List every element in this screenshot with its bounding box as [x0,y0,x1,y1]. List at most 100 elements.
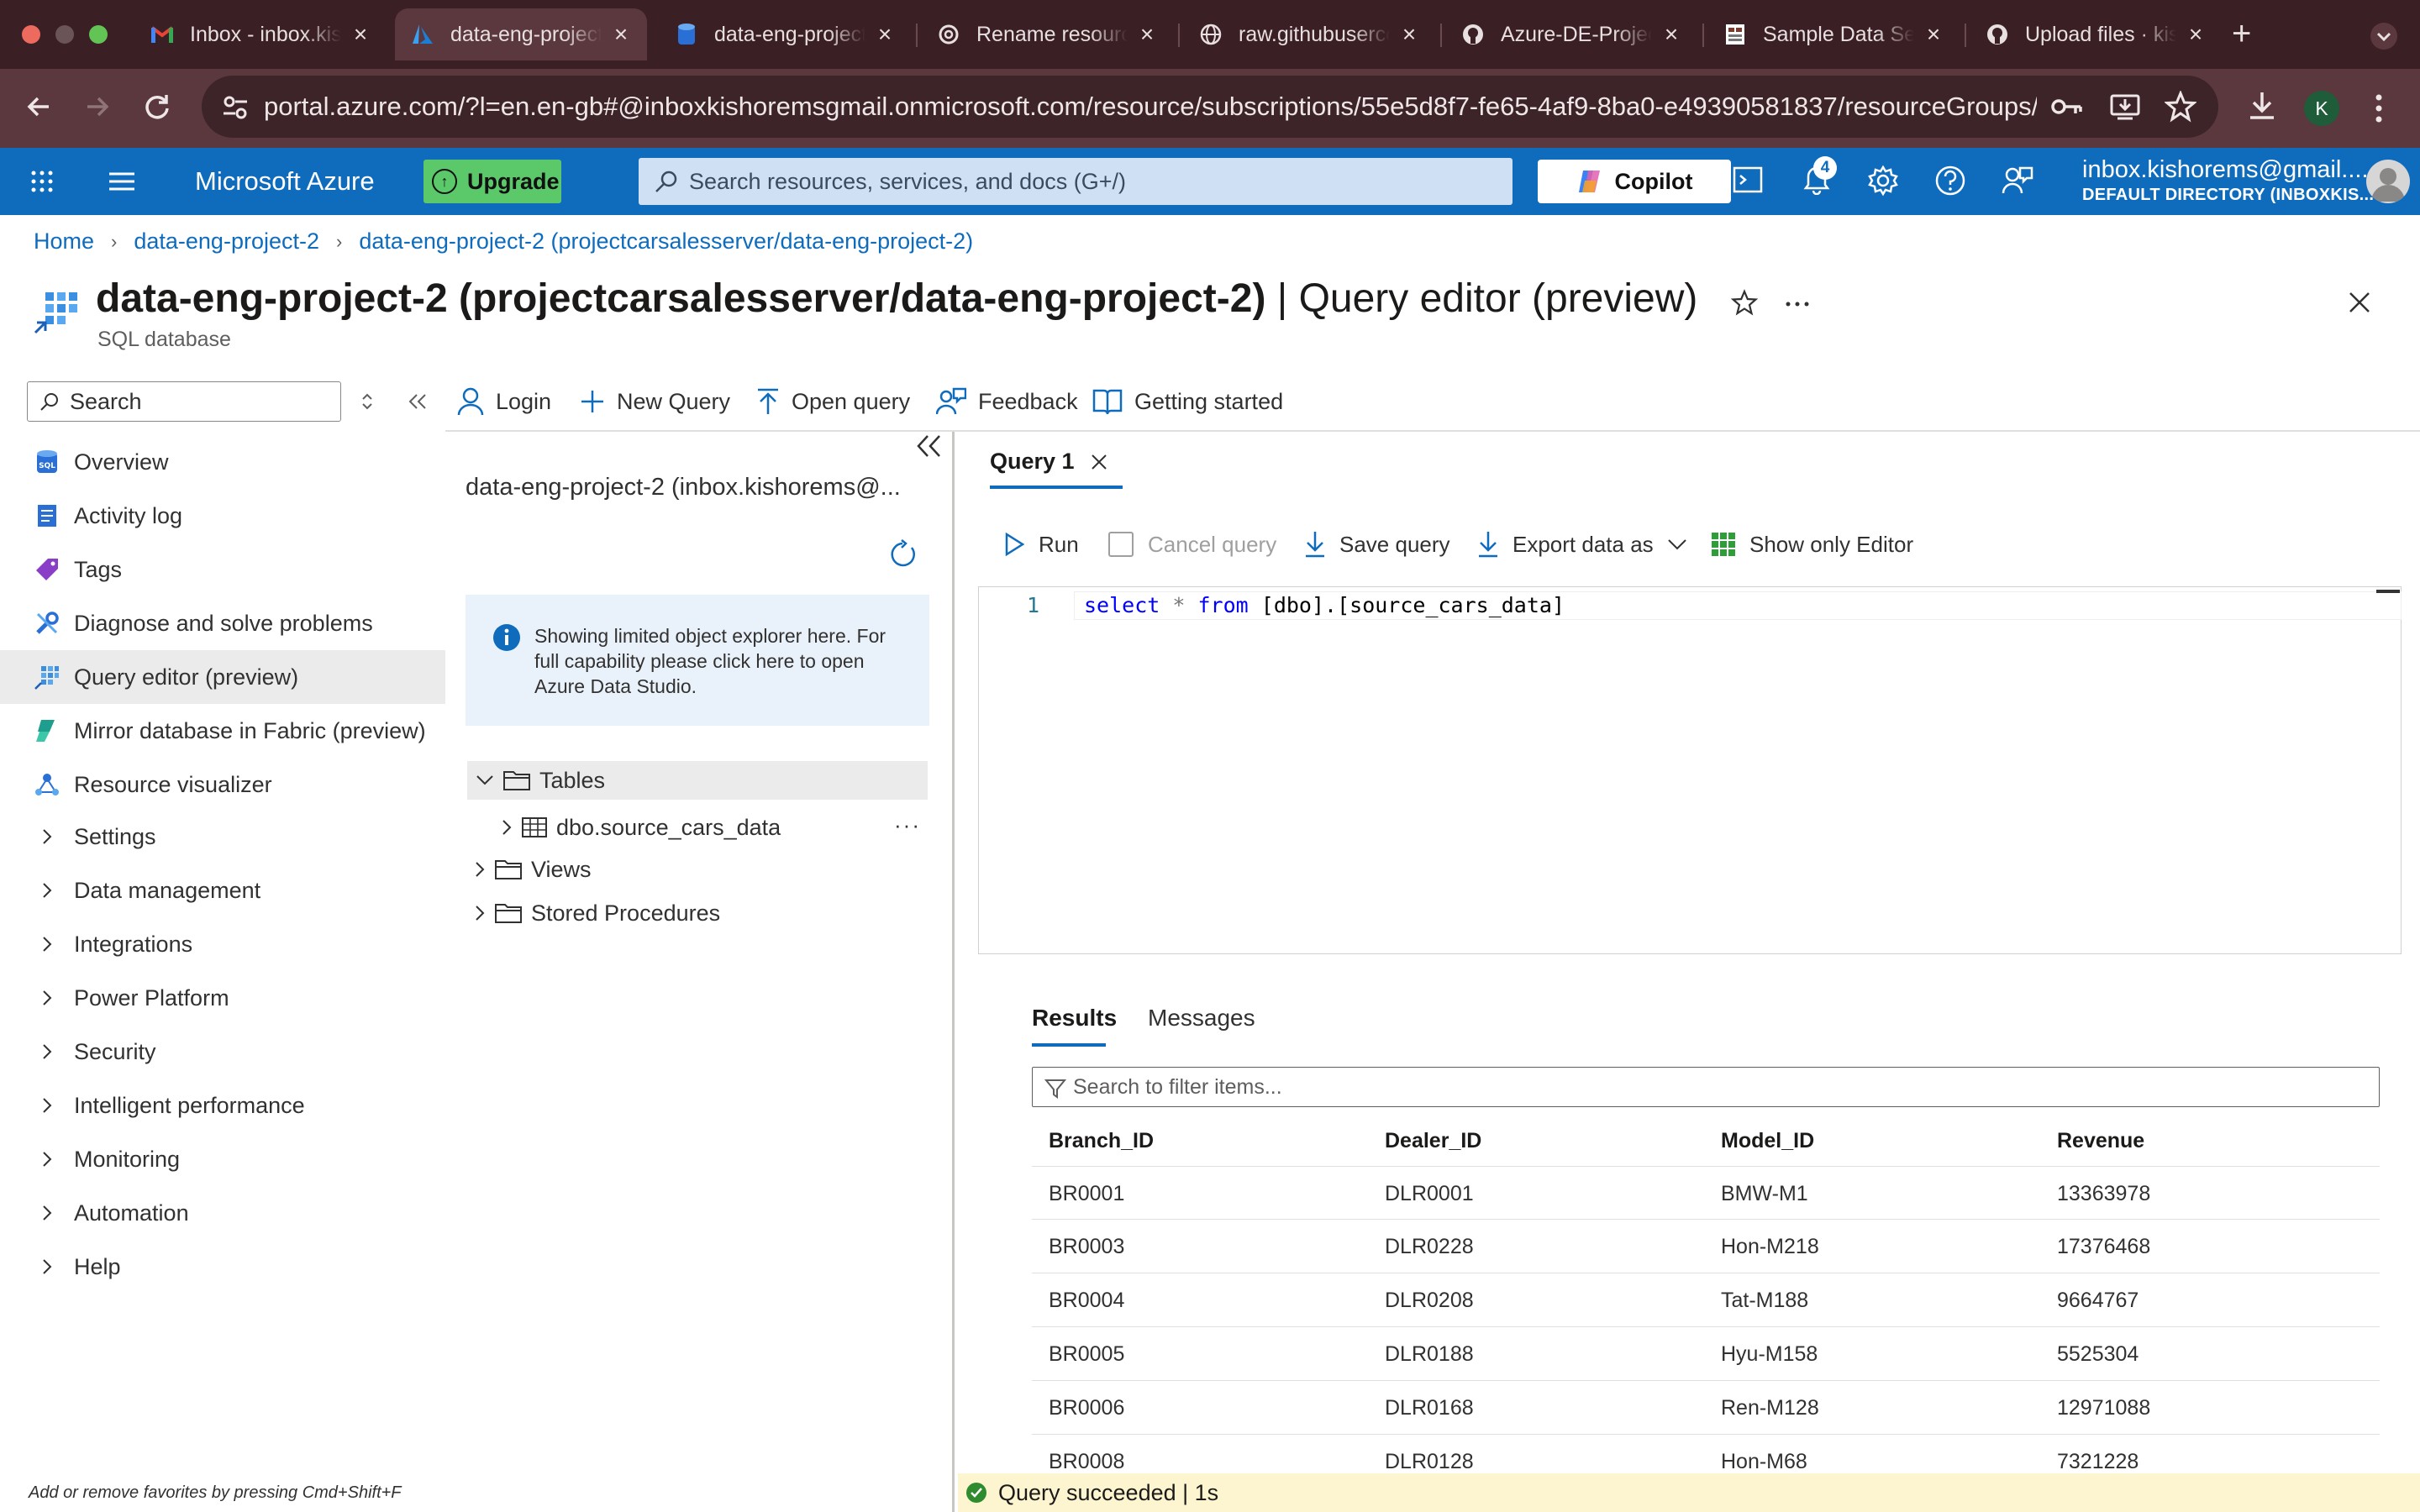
table-row[interactable]: BR0008 DLR0128 Hon-M68 7321228 [1032,1435,2380,1473]
upgrade-button[interactable]: ↑ Upgrade [424,160,561,203]
open-query-button[interactable]: Open query [756,381,910,422]
reload-icon[interactable] [141,91,173,123]
sidebar-item-activity-log[interactable]: Activity log [0,489,445,543]
site-settings-icon[interactable] [222,94,249,121]
cancel-query-button[interactable]: Cancel query [1107,526,1276,563]
account-menu[interactable]: inbox.kishorems@gmail.... DEFAULT DIRECT… [2082,155,2374,205]
sidebar-item-mirror-fabric[interactable]: Mirror database in Fabric (preview) [0,704,445,758]
sidebar-item-resource-visualizer[interactable]: Resource visualizer [0,758,445,811]
table-row[interactable]: BR0001 DLR0001 BMW-M1 13363978 [1032,1166,2380,1220]
account-avatar[interactable] [2366,160,2410,203]
close-icon[interactable]: × [1136,23,1158,46]
sidebar-group-help[interactable]: Help [0,1240,445,1294]
close-icon[interactable]: × [1923,23,1944,46]
refresh-icon[interactable] [887,539,918,570]
tree-node-tables[interactable]: Tables [467,761,928,800]
close-blade-icon[interactable] [2348,291,2371,314]
getting-started-button[interactable]: Getting started [1092,381,1283,422]
save-query-button[interactable]: Save query [1304,526,1450,563]
close-icon[interactable] [1091,454,1107,470]
close-icon[interactable]: × [350,23,371,46]
sidebar-group-intelligent-performance[interactable]: Intelligent performance [0,1079,445,1132]
close-icon[interactable]: × [1660,23,1682,46]
new-query-button[interactable]: New Query [580,381,730,422]
results-grid[interactable]: Branch_ID Dealer_ID Model_ID Revenue BR0… [1032,1114,2380,1473]
tree-node-views[interactable]: Views [474,850,592,889]
tab-query-1[interactable]: Query 1 [990,449,1075,475]
browser-tab[interactable]: data-eng-project-2 × [659,8,911,60]
profile-avatar[interactable]: K [2304,91,2339,126]
column-header[interactable]: Dealer_ID [1385,1114,1481,1168]
copilot-button[interactable]: Copilot [1538,160,1731,203]
bookmark-star-icon[interactable] [2165,91,2196,123]
sidebar-search-input[interactable]: Search [27,381,341,422]
settings-gear-icon[interactable] [1867,165,1899,197]
more-options-icon[interactable] [1785,301,1810,307]
back-icon[interactable] [24,91,55,123]
show-only-editor-button[interactable]: Show only Editor [1711,526,1913,563]
sidebar-group-integrations[interactable]: Integrations [0,917,445,971]
sidebar-group-security[interactable]: Security [0,1025,445,1079]
browser-tab[interactable]: Upload files · kishore × [1970,8,2222,60]
close-icon[interactable]: × [2185,23,2207,46]
sidebar-item-diagnose[interactable]: Diagnose and solve problems [0,596,445,650]
column-header[interactable]: Branch_ID [1049,1114,1154,1168]
tab-messages[interactable]: Messages [1148,1005,1255,1032]
tree-node-table-source-cars-data[interactable]: dbo.source_cars_data ··· [501,808,928,847]
breadcrumb-resource-group[interactable]: data-eng-project-2 [134,228,319,255]
sidebar-group-automation[interactable]: Automation [0,1186,445,1240]
feedback-button[interactable]: Feedback [936,381,1078,422]
browser-tab[interactable]: Sample Data Set × [1707,8,1960,60]
table-row[interactable]: BR0004 DLR0208 Tat-M188 9664767 [1032,1273,2380,1327]
forward-icon[interactable] [81,91,113,123]
feedback-icon[interactable] [2002,165,2033,197]
more-options-icon[interactable]: ··· [894,808,921,842]
global-search-input[interactable]: Search resources, services, and docs (G+… [639,158,1512,205]
login-button[interactable]: Login [457,381,551,422]
info-banner[interactable]: Showing limited object explorer here. Fo… [466,595,929,726]
tab-results[interactable]: Results [1032,1005,1117,1032]
collapse-sidebar-icon[interactable] [407,391,429,412]
sidebar-group-data-management[interactable]: Data management [0,864,445,917]
sidebar-item-query-editor[interactable]: Query editor (preview) [0,650,445,704]
table-row[interactable]: BR0006 DLR0168 Ren-M128 12971088 [1032,1381,2380,1435]
browser-tab[interactable]: raw.githubusercontent.com × [1183,8,1435,60]
sidebar-group-power-platform[interactable]: Power Platform [0,971,445,1025]
browser-menu-icon[interactable] [2375,94,2383,123]
new-tab-button[interactable]: + [2232,17,2251,50]
browser-tab[interactable]: Azure-DE-Project × [1445,8,1697,60]
column-header[interactable]: Model_ID [1721,1114,1814,1168]
close-window-button[interactable] [22,25,40,44]
collapse-explorer-icon[interactable] [916,433,943,459]
table-row[interactable]: BR0005 DLR0188 Hyu-M158 5525304 [1032,1327,2380,1381]
close-icon[interactable]: × [1398,23,1420,46]
editor-scrollbar[interactable] [2376,590,2400,593]
browser-tab[interactable]: Inbox - inbox.kishoremsgmail × [134,8,387,60]
cloud-shell-icon[interactable] [1733,165,1763,195]
table-row[interactable]: BR0003 DLR0228 Hon-M218 17376468 [1032,1220,2380,1273]
address-bar[interactable]: portal.azure.com/?l=en.en-gb#@inboxkisho… [202,76,2218,138]
sidebar-group-settings[interactable]: Settings [0,810,445,864]
sidebar-item-overview[interactable]: SQL Overview [0,435,445,489]
close-icon[interactable]: × [874,23,896,46]
run-button[interactable]: Run [1003,526,1079,563]
close-icon[interactable]: × [610,23,632,46]
sidebar-item-tags[interactable]: Tags [0,543,445,596]
zoom-window-button[interactable] [89,25,108,44]
key-icon[interactable] [2050,92,2084,121]
code-line[interactable]: select * from [dbo].[source_cars_data] [1084,593,1565,617]
download-icon[interactable] [2245,89,2279,123]
results-filter-input[interactable]: Search to filter items... [1032,1067,2380,1107]
azure-brand[interactable]: Microsoft Azure [195,148,375,215]
hamburger-menu-icon[interactable] [108,171,136,192]
tab-search-icon[interactable] [2370,22,2398,50]
export-data-button[interactable]: Export data as [1477,526,1687,563]
browser-tab[interactable]: Rename resources × [921,8,1173,60]
sort-updown-icon[interactable] [360,391,375,412]
breadcrumb-home[interactable]: Home [34,228,94,255]
breadcrumb-database[interactable]: data-eng-project-2 (projectcarsalesserve… [359,228,973,255]
install-app-icon[interactable] [2109,91,2141,123]
minimize-window-button[interactable] [55,25,74,44]
column-header[interactable]: Revenue [2057,1114,2144,1168]
help-icon[interactable] [1934,165,1966,197]
